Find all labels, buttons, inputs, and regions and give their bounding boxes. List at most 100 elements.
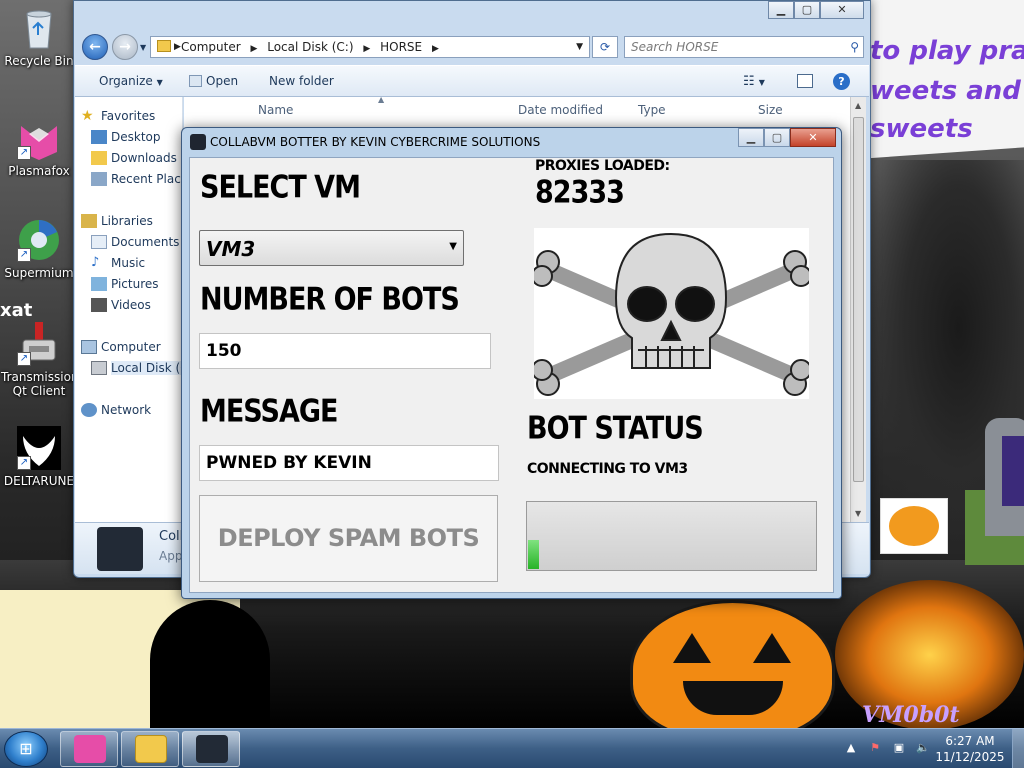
bot-status-value: CONNECTING TO VM3 [527, 461, 688, 477]
nav-recent-places[interactable]: Recent Places [91, 172, 182, 186]
chevron-down-icon[interactable]: ▼ [576, 37, 583, 57]
maximize-button[interactable]: ▢ [764, 128, 790, 147]
desktop-icon-plasmafox[interactable]: ↗ Plasmafox [1, 116, 77, 178]
nav-libraries[interactable]: Libraries [81, 214, 153, 228]
proxies-loaded-count: 82333 [535, 175, 625, 211]
search-input[interactable]: Search HORSE ⚲ [624, 36, 864, 58]
clock-date: 11/12/2025 [935, 750, 1005, 764]
explorer-toolbar: Organize ▼ Open New folder ☷ ▼ ? [75, 65, 869, 97]
nav-label: Videos [111, 298, 151, 312]
volume-muted-icon[interactable]: 🔈 [916, 741, 930, 755]
column-header-name[interactable]: Name [258, 103, 293, 117]
window-icon [189, 75, 202, 87]
message-input[interactable]: PWNED BY KEVIN [199, 445, 499, 481]
vm-select-value: VM3 [206, 237, 256, 261]
show-hidden-icons-icon[interactable]: ▲ [844, 741, 858, 755]
botter-window[interactable]: COLLABVM BOTTER BY KEVIN CYBERCRIME SOLU… [181, 127, 842, 599]
nav-music[interactable]: ♪ Music [91, 256, 146, 271]
skull-app-icon [196, 735, 228, 763]
star-icon: ★ [81, 108, 94, 124]
breadcrumb-horse[interactable]: HORSE [380, 40, 422, 54]
desktop-icon-deltarune[interactable]: ↗ DELTARUNE [1, 426, 77, 488]
supermium-icon: ↗ [17, 218, 61, 262]
search-placeholder: Search HORSE [631, 40, 719, 54]
skull-and-crossbones-image [531, 228, 812, 399]
nav-label: Music [111, 256, 146, 270]
wallpaper-xat-text: xat [0, 300, 33, 321]
address-bar[interactable]: ▶ Computer ▶ Local Disk (C:) ▶ HORSE ▶ ▼ [150, 36, 590, 58]
wallpaper-ghost [150, 600, 270, 730]
nav-computer[interactable]: Computer [81, 340, 161, 354]
folder-icon [135, 735, 167, 763]
action-center-flag-icon[interactable]: ⚑ [868, 741, 882, 755]
music-icon: ♪ [91, 255, 100, 270]
taskbar-plasmafox-button[interactable] [60, 731, 118, 767]
breadcrumb-local-disk[interactable]: Local Disk (C:) [267, 40, 353, 54]
wallpaper-jack-o-lantern [630, 600, 835, 740]
refresh-button[interactable]: ⟳ [592, 36, 618, 58]
desktop-icon-transmission[interactable]: ↗ Transmission Qt Client [1, 322, 79, 398]
taskbar-clock[interactable]: 6:27 AM 11/12/2025 [930, 733, 1010, 765]
plasmafox-icon [74, 735, 106, 763]
view-options-icon[interactable]: ☷ ▼ [743, 74, 765, 89]
vm-select-dropdown[interactable]: VM3 ▼ [199, 230, 464, 266]
start-button[interactable]: ⊞ [4, 731, 48, 767]
minimize-button[interactable]: ▁ [738, 128, 764, 147]
desktop-icon-label: Plasmafox [8, 164, 70, 178]
nav-favorites[interactable]: ★ Favorites [81, 109, 155, 123]
deploy-spam-bots-button[interactable]: DEPLOY SPAM BOTS [199, 495, 498, 582]
desktop-icon-label: DELTARUNE [3, 474, 75, 488]
network-icon[interactable]: ▣ [892, 741, 906, 755]
column-header-size[interactable]: Size [758, 103, 783, 117]
new-folder-button[interactable]: New folder [269, 74, 334, 88]
number-of-bots-input[interactable]: 150 [199, 333, 491, 369]
botter-window-title: COLLABVM BOTTER BY KEVIN CYBERCRIME SOLU… [210, 135, 541, 149]
column-header-type[interactable]: Type [638, 103, 666, 117]
desktop-icon-label: Supermium [4, 266, 74, 280]
recent-places-icon [91, 172, 107, 186]
column-header-date-modified[interactable]: Date modified [518, 103, 603, 117]
minimize-button[interactable]: ▁ [768, 1, 794, 19]
scrollbar-thumb[interactable] [853, 117, 864, 482]
nav-desktop[interactable]: Desktop [91, 130, 161, 144]
botter-titlebar[interactable]: COLLABVM BOTTER BY KEVIN CYBERCRIME SOLU… [182, 128, 841, 156]
open-button[interactable]: Open [189, 74, 238, 88]
shortcut-arrow-icon: ↗ [17, 456, 31, 470]
nav-label: Pictures [111, 277, 159, 291]
breadcrumb-computer[interactable]: Computer [181, 40, 241, 54]
nav-downloads[interactable]: Downloads [91, 151, 177, 165]
transmission-icon: ↗ [17, 322, 61, 366]
organize-button[interactable]: Organize ▼ [99, 74, 163, 88]
desktop-icon-supermium[interactable]: ↗ Supermium [1, 218, 77, 280]
scroll-down-icon[interactable]: ▼ [855, 509, 861, 518]
nav-pictures[interactable]: Pictures [91, 277, 159, 291]
chevron-right-icon: ▶ [363, 44, 371, 54]
nav-local-disk[interactable]: Local Disk (C:) [91, 361, 182, 375]
wallpaper-tombstone-panel [1002, 436, 1024, 506]
nav-videos[interactable]: Videos [91, 298, 151, 312]
preview-pane-icon[interactable] [797, 74, 813, 88]
close-button[interactable]: ✕ [820, 1, 864, 19]
deploy-progress-bar [526, 501, 817, 571]
nav-label: Recent Places [111, 172, 182, 186]
taskbar-botter-button[interactable] [182, 731, 240, 767]
maximize-button[interactable]: ▢ [794, 1, 820, 19]
desktop-icon-recycle-bin[interactable]: Recycle Bin [1, 6, 77, 68]
wallpaper-pumpkin-photo [880, 498, 948, 554]
nav-documents[interactable]: Documents [91, 235, 179, 249]
forward-button[interactable]: → [112, 34, 138, 60]
help-icon[interactable]: ? [833, 73, 850, 90]
explorer-scrollbar[interactable]: ▲ ▼ [850, 97, 866, 522]
progress-fill [528, 540, 539, 569]
chevron-right-icon: ▶ [250, 44, 258, 54]
back-button[interactable]: ← [82, 34, 108, 60]
number-of-bots-label: NUMBER OF BOTS [200, 282, 460, 318]
scroll-up-icon[interactable]: ▲ [855, 101, 861, 110]
nav-network[interactable]: Network [81, 403, 151, 417]
recent-pages-chevron-icon[interactable]: ▼ [140, 43, 146, 52]
close-button[interactable]: ✕ [790, 128, 836, 147]
show-desktop-button[interactable] [1012, 729, 1024, 768]
taskbar-explorer-button[interactable] [121, 731, 179, 767]
library-icon [81, 214, 97, 228]
search-icon: ⚲ [850, 40, 859, 54]
